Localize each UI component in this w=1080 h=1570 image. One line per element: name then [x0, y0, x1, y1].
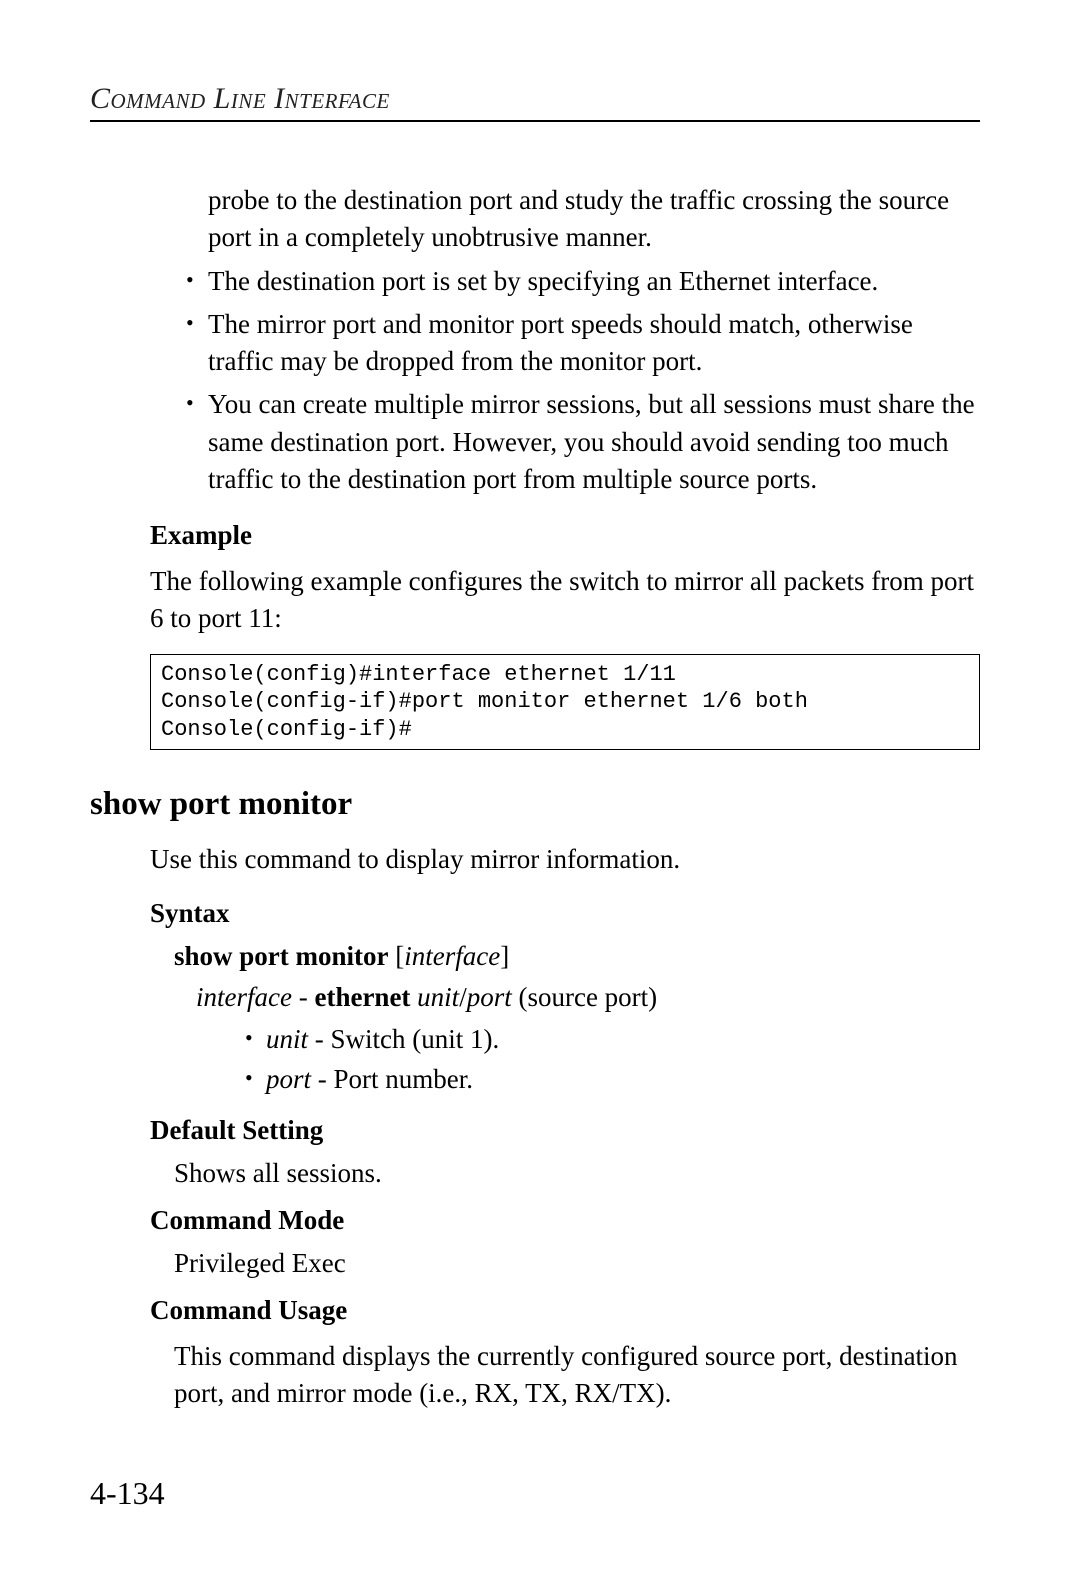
syntax-bracket-open: [ [395, 941, 404, 971]
syntax-heading: Syntax [150, 898, 980, 929]
example-heading: Example [150, 520, 980, 551]
unit-rest: - Switch (unit 1). [308, 1024, 499, 1054]
default-heading: Default Setting [150, 1115, 980, 1146]
syntax-block: show port monitor [interface] interface … [174, 941, 980, 1099]
syntax-line: show port monitor [interface] [174, 941, 980, 972]
page: Command Line Interface probe to the dest… [0, 0, 1080, 1570]
list-item-text: probe to the destination port and study … [208, 185, 949, 252]
mode-text: Privileged Exec [174, 1248, 980, 1279]
inner-bullet-list: unit - Switch (unit 1). port - Port numb… [242, 1021, 980, 1099]
port-ital: port [266, 1064, 311, 1094]
list-item: The destination port is set by specifyin… [180, 263, 980, 300]
interface-dash: - [292, 982, 315, 1012]
section-desc: Use this command to display mirror infor… [150, 841, 980, 878]
interface-paren: (source port) [512, 982, 657, 1012]
interface-line: interface - ethernet unit/port (source p… [196, 982, 980, 1013]
interface-unit: unit [417, 982, 459, 1012]
top-body: probe to the destination port and study … [180, 182, 980, 498]
syntax-bracket-close: ] [500, 941, 509, 971]
section-body: Use this command to display mirror infor… [150, 841, 980, 1412]
usage-heading: Command Usage [150, 1295, 980, 1326]
interface-word: interface [196, 982, 292, 1012]
usage-text: This command displays the currently conf… [174, 1338, 980, 1413]
syntax-arg: interface [404, 941, 500, 971]
example-intro: The following example configures the swi… [150, 563, 980, 638]
list-item: You can create multiple mirror sessions,… [180, 386, 980, 498]
default-text: Shows all sessions. [174, 1158, 980, 1189]
top-bullet-list: probe to the destination port and study … [180, 182, 980, 498]
list-item: unit - Switch (unit 1). [242, 1021, 980, 1059]
unit-ital: unit [266, 1024, 308, 1054]
running-header: Command Line Interface [90, 82, 980, 116]
port-rest: - Port number. [311, 1064, 473, 1094]
interface-ethernet: ethernet [314, 982, 410, 1012]
list-item: probe to the destination port and study … [180, 182, 980, 257]
interface-port: port [467, 982, 512, 1012]
page-number: 4-134 [90, 1475, 165, 1512]
mode-heading: Command Mode [150, 1205, 980, 1236]
list-item: port - Port number. [242, 1061, 980, 1099]
interface-slash: / [459, 982, 467, 1012]
list-item: The mirror port and monitor port speeds … [180, 306, 980, 381]
syntax-cmd: show port monitor [174, 941, 389, 971]
header-rule [90, 120, 980, 122]
code-block: Console(config)#interface ethernet 1/11 … [150, 654, 980, 751]
section-title: show port monitor [90, 786, 980, 823]
